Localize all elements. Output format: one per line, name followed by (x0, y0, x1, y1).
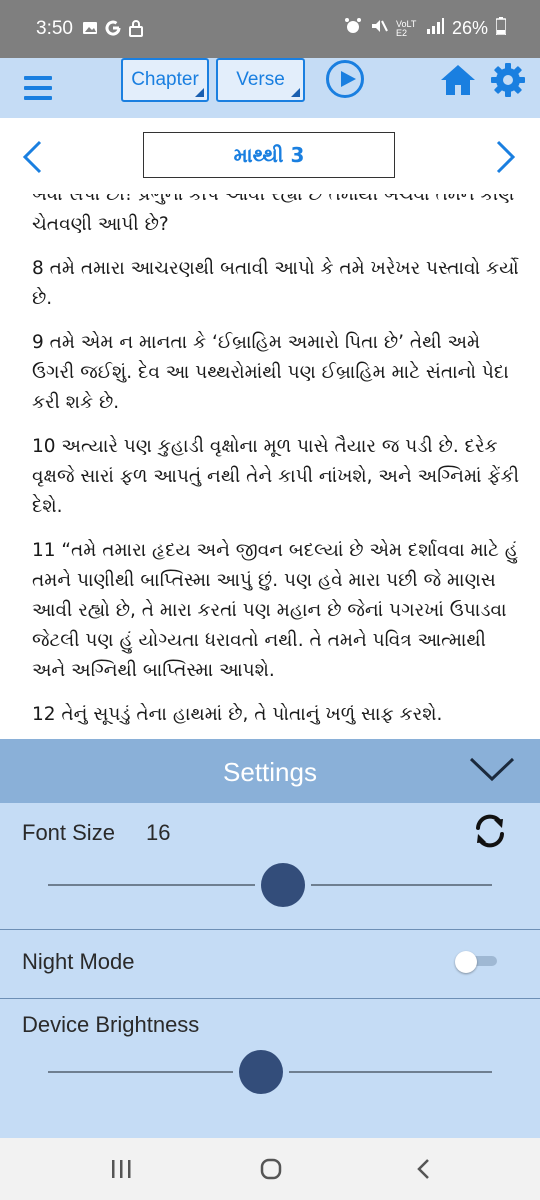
verse-dropdown[interactable]: Verse (216, 58, 305, 102)
scripture-content[interactable]: બધા સપો છો! પ્રભુના કોપ આવી રહ્યો છે તમો… (0, 194, 540, 739)
menu-button[interactable] (24, 68, 52, 108)
brightness-slider[interactable] (48, 1050, 492, 1094)
verse-text: 9 તમે એમ ન માનતા કે ‘ઈબ્રાહિમ અમારો પિતા… (32, 332, 509, 413)
divider (0, 998, 540, 999)
chapter-title-text: માથ્થી 3 (233, 143, 305, 167)
recents-icon (112, 1160, 131, 1178)
chapter-title[interactable]: માથ્થી 3 (143, 132, 395, 178)
dropdown-corner-icon (195, 88, 204, 97)
device-brightness-label: Device Brightness (22, 1012, 200, 1037)
google-icon (104, 19, 122, 42)
chapter-dropdown-label: Chapter (131, 69, 199, 90)
system-navigation-bar (0, 1138, 540, 1200)
reset-settings-button[interactable] (470, 811, 510, 851)
status-bar: 3:50 VoLTE2 26% (0, 0, 540, 58)
previous-chapter-button[interactable] (20, 140, 44, 174)
settings-button[interactable] (490, 62, 526, 98)
battery-percent: 26% (451, 18, 488, 38)
font-size-value: 16 (146, 820, 171, 845)
toggle-knob (455, 951, 477, 973)
verse-dropdown-label: Verse (236, 69, 285, 90)
home-button[interactable] (440, 64, 476, 96)
status-time: 3:50 (36, 18, 73, 39)
chevron-down-icon (469, 757, 515, 782)
system-back-button[interactable] (414, 1158, 432, 1180)
lock-icon (128, 19, 144, 42)
chapter-dropdown[interactable]: Chapter (121, 58, 209, 102)
gear-icon (491, 63, 525, 97)
slider-thumb[interactable] (261, 863, 305, 907)
next-chapter-button[interactable] (494, 140, 518, 174)
home-icon (441, 65, 475, 95)
chevron-right-icon (496, 140, 516, 174)
dropdown-corner-icon (291, 88, 300, 97)
network-label: VoLTE2 (395, 18, 417, 38)
font-size-slider[interactable] (48, 863, 492, 907)
font-size-label: Font Size (22, 820, 115, 845)
alarm-icon (344, 17, 362, 40)
chevron-left-icon (22, 140, 42, 174)
settings-title: Settings (223, 757, 317, 787)
image-icon (82, 20, 98, 41)
back-icon (417, 1159, 429, 1179)
slider-thumb[interactable] (239, 1050, 283, 1094)
play-audio-button[interactable] (326, 60, 364, 98)
settings-header: Settings (0, 739, 540, 803)
verse-text: બધા સપો છો! પ્રભુના કોપ આવી રહ્યો છે તમો… (32, 194, 515, 235)
refresh-icon (476, 814, 504, 848)
divider (0, 929, 540, 930)
hamburger-icon (24, 76, 52, 80)
home-circle-icon (260, 1158, 282, 1180)
verse-text: 12 તેનું સૂપડું તેના હાથમાં છે, તે પોતાન… (32, 704, 443, 725)
recent-apps-button[interactable] (110, 1159, 132, 1179)
night-mode-toggle[interactable] (455, 951, 499, 973)
signal-icon (426, 18, 444, 39)
verse-text: 10 અત્યારે પણ કુહાડી વૃક્ષોના મૂળ પાસે ત… (32, 436, 519, 517)
verse-text: 8 તમે તમારા આચરણથી બતાવી આપો કે તમે ખરેખ… (32, 258, 519, 309)
collapse-settings-button[interactable] (468, 753, 516, 785)
chapter-navigation: માથ્થી 3 (0, 118, 540, 194)
battery-icon (495, 17, 507, 40)
system-home-button[interactable] (260, 1158, 282, 1180)
mute-icon (370, 17, 388, 40)
toolbar: Chapter Verse (0, 58, 540, 118)
settings-panel: Settings Font Size 16 Night Mode Device … (0, 739, 540, 1138)
verse-text: 11 “તમે તમારા હૃદય અને જીવન બદલ્યાં છે એ… (32, 540, 518, 681)
